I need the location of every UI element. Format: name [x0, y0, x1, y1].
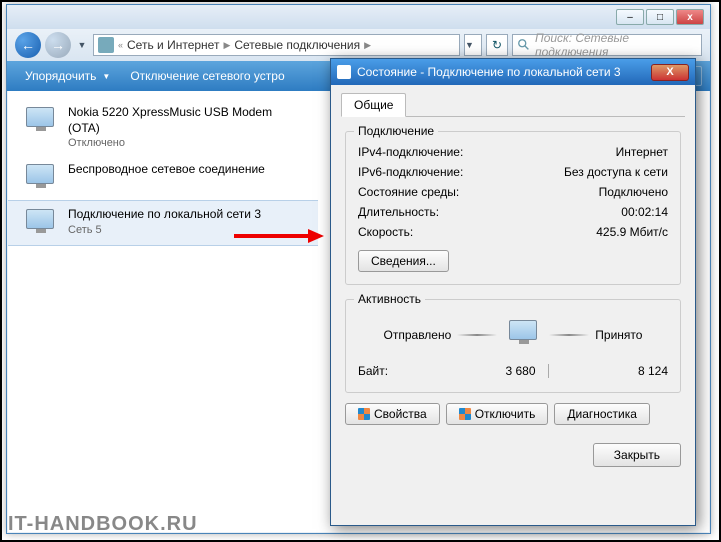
group-header: Активность: [354, 292, 425, 306]
bytes-label: Байт:: [358, 364, 428, 378]
network-icon: [98, 37, 114, 53]
wifi-icon: [22, 162, 58, 194]
group-header: Подключение: [354, 124, 438, 138]
search-box[interactable]: Поиск: Сетевые подключения: [512, 34, 702, 56]
connection-name: Nokia 5220 XpressMusic USB Modem (OTA): [68, 105, 304, 136]
connection-name: Подключение по локальной сети 3: [68, 207, 261, 223]
bytes-received-value: 8 124: [561, 364, 669, 378]
disable-label: Отключение сетевого устро: [130, 69, 284, 83]
network-status-icon: [337, 65, 351, 79]
shield-icon: [358, 408, 370, 420]
list-item[interactable]: Nokia 5220 XpressMusic USB Modem (OTA) О…: [8, 99, 318, 156]
dialog-title: Состояние - Подключение по локальной сет…: [357, 65, 621, 79]
duration-value: 00:02:14: [621, 205, 668, 219]
search-icon: [517, 38, 531, 52]
speed-label: Скорость:: [358, 225, 413, 239]
received-label: Принято: [595, 328, 642, 342]
ipv6-label: IPv6-подключение:: [358, 165, 463, 179]
breadcrumb-connections[interactable]: Сетевые подключения: [230, 38, 364, 52]
activity-group: Активность Отправлено Принято Байт: 3 68…: [345, 299, 681, 393]
breadcrumb-network[interactable]: Сеть и Интернет: [123, 38, 223, 52]
close-button[interactable]: Закрыть: [593, 443, 681, 467]
minimize-button[interactable]: –: [616, 9, 644, 25]
properties-button[interactable]: Свойства: [345, 403, 440, 425]
tab-row: Общие: [341, 93, 685, 117]
connection-name: Беспроводное сетевое соединение: [68, 162, 265, 178]
maximize-button[interactable]: □: [646, 9, 674, 25]
duration-label: Длительность:: [358, 205, 439, 219]
separator: [548, 364, 549, 378]
status-dialog: Состояние - Подключение по локальной сет…: [330, 58, 696, 526]
ipv4-value: Интернет: [616, 145, 668, 159]
disable-button[interactable]: Отключить: [446, 403, 549, 425]
media-value: Подключено: [599, 185, 668, 199]
tab-general[interactable]: Общие: [341, 93, 406, 117]
window-titlebar: – □ x: [7, 5, 710, 29]
modem-icon: [22, 105, 58, 137]
activity-line-icon: [549, 334, 589, 336]
dialog-body: Общие Подключение IPv4-подключение: Интер…: [331, 85, 695, 433]
details-button[interactable]: Сведения...: [358, 250, 449, 272]
media-label: Состояние среды:: [358, 185, 459, 199]
diagnostics-button[interactable]: Диагностика: [554, 403, 650, 425]
connection-network: Сеть 5: [68, 223, 261, 237]
sent-label: Отправлено: [384, 328, 452, 342]
nav-row: ← → ▼ « Сеть и Интернет ▶ Сетевые подклю…: [7, 29, 710, 61]
organize-button[interactable]: Упорядочить ▼: [15, 65, 120, 87]
ipv4-label: IPv4-подключение:: [358, 145, 463, 159]
computer-icon: [503, 318, 543, 352]
organize-label: Упорядочить: [25, 69, 96, 83]
close-button[interactable]: x: [676, 9, 704, 25]
forward-button[interactable]: →: [45, 32, 71, 58]
ipv6-value: Без доступа к сети: [564, 165, 668, 179]
shield-icon: [459, 408, 471, 420]
back-button[interactable]: ←: [15, 32, 41, 58]
annotation-arrow: [234, 227, 324, 245]
disable-device-button[interactable]: Отключение сетевого устро: [120, 65, 294, 87]
dialog-close-button[interactable]: X: [651, 64, 689, 81]
speed-value: 425.9 Мбит/с: [596, 225, 668, 239]
connection-group: Подключение IPv4-подключение:Интернет IP…: [345, 131, 681, 285]
bytes-sent-value: 3 680: [428, 364, 536, 378]
chevron-down-icon: ▼: [102, 72, 110, 81]
chevron-right-icon: ▶: [223, 40, 230, 51]
activity-line-icon: [457, 334, 497, 336]
ethernet-icon: [22, 207, 58, 239]
list-item[interactable]: Беспроводное сетевое соединение: [8, 156, 318, 200]
chevron-right-icon: ▶: [364, 40, 371, 51]
properties-label: Свойства: [374, 407, 427, 421]
disable-label: Отключить: [475, 407, 536, 421]
connection-status: Отключено: [68, 136, 304, 150]
search-placeholder: Поиск: Сетевые подключения: [535, 31, 697, 59]
address-bar[interactable]: « Сеть и Интернет ▶ Сетевые подключения …: [93, 34, 460, 56]
watermark: IT-HANDBOOK.RU: [8, 513, 198, 536]
dialog-titlebar: Состояние - Подключение по локальной сет…: [331, 59, 695, 85]
nav-history-dropdown[interactable]: ▼: [75, 40, 89, 50]
address-dropdown[interactable]: ▼: [464, 34, 482, 56]
refresh-button[interactable]: ↻: [486, 34, 508, 56]
